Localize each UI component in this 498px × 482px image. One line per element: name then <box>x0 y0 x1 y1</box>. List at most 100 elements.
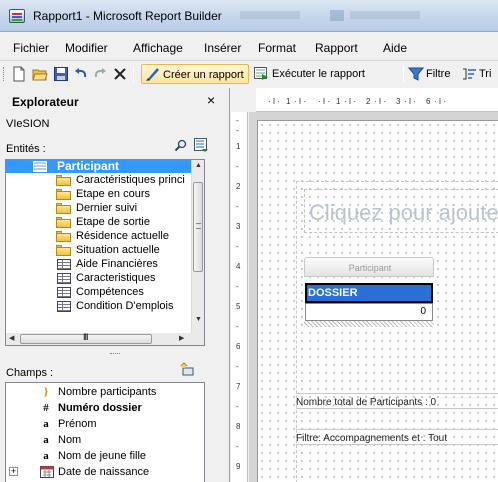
delete-icon[interactable] <box>112 66 128 82</box>
scrollbar-thumb[interactable]: III <box>20 332 152 344</box>
report-table[interactable]: Participant DOSSIER 0 <box>304 257 434 333</box>
sort-icon <box>463 68 476 80</box>
number-icon: # <box>43 402 49 414</box>
scroll-left-icon[interactable]: ◀ <box>9 334 14 342</box>
entity-item[interactable]: Compétences <box>6 286 193 299</box>
total-footer-text: Nombre total de Participants : 0 <box>296 397 437 408</box>
table-column-header-cell[interactable]: DOSSIER <box>305 283 433 303</box>
entity-label: Etape en cours <box>76 188 150 200</box>
undo-icon[interactable] <box>73 66 89 82</box>
entities-horizontal-scrollbar[interactable]: ◀ III ▶ <box>5 332 205 346</box>
title-bar: Rapport1 - Microsoft Report Builder <box>0 0 498 32</box>
scroll-up-icon[interactable]: ▲ <box>195 162 202 169</box>
entity-participant-selected[interactable]: Participant <box>6 160 193 173</box>
entities-list[interactable]: Participant Caractéristiques princi Etap… <box>5 159 205 345</box>
menu-modifier[interactable]: Modifier <box>65 41 108 55</box>
entity-item[interactable]: Situation actuelle <box>6 244 193 257</box>
menu-rapport[interactable]: Rapport <box>315 41 358 55</box>
scroll-right-icon[interactable]: ▶ <box>179 334 184 342</box>
entity-item[interactable]: Caracteristiques <box>6 272 193 285</box>
report-title-placeholder[interactable]: Cliquez pour ajouter un titre <box>304 189 498 233</box>
search-icon[interactable] <box>174 139 188 153</box>
entity-item[interactable]: Etape de sortie <box>6 216 193 229</box>
entity-label: Caractéristiques princi <box>76 174 185 186</box>
entity-item[interactable]: Condition D'emplois <box>6 300 193 313</box>
folder-icon <box>56 217 71 228</box>
entity-item[interactable]: Résidence actuelle <box>6 230 193 243</box>
menu-format[interactable]: Format <box>258 41 296 55</box>
filter-label: Filtre <box>426 68 451 80</box>
entity-label: Etape de sortie <box>76 216 150 228</box>
field-item[interactable]: + Date de naissance <box>6 465 204 479</box>
field-label: Nombre participants <box>58 386 157 398</box>
field-item[interactable]: a Prénom <box>6 417 204 431</box>
run-report-button[interactable]: Exécuter le rapport <box>251 64 403 84</box>
menu-fichier[interactable]: Fichier <box>13 41 49 55</box>
report-builder-app-icon[interactable] <box>9 9 25 23</box>
create-report-label: Créer un rapport <box>163 69 244 81</box>
report-canvas: Cliquez pour ajouter un titre Participan… <box>249 112 498 482</box>
entity-item[interactable]: Caractéristiques princi <box>6 174 193 187</box>
menu-aide[interactable]: Aide <box>383 41 407 55</box>
add-field-icon[interactable] <box>180 362 194 376</box>
table-icon <box>57 259 71 270</box>
filter-footer-textbox[interactable]: Filtre: Accompagnements et : Tout <box>296 429 498 445</box>
explorer-title: Explorateur <box>12 95 79 109</box>
menu-bar: Fichier Modifier Affichage Insérer Forma… <box>0 38 498 58</box>
table-header-tab[interactable]: Participant <box>304 257 434 277</box>
close-icon[interactable]: × <box>207 92 215 108</box>
field-item[interactable]: # Numéro dossier <box>6 401 204 415</box>
entity-item[interactable]: Etape en cours <box>6 188 193 201</box>
entity-label: Participant <box>57 159 120 173</box>
entity-item[interactable]: Dernier suivi <box>6 202 193 215</box>
panel-splitter[interactable] <box>110 353 120 355</box>
run-report-label: Exécuter le rapport <box>272 68 365 80</box>
toolbar-separator <box>403 66 404 82</box>
entities-vertical-scrollbar[interactable]: ▲ ▼ <box>191 160 204 344</box>
menu-affichage[interactable]: Affichage <box>133 41 183 55</box>
run-report-icon <box>254 67 268 80</box>
aggregate-icon: } <box>43 386 49 398</box>
folder-icon <box>56 245 71 256</box>
field-label: Nom de jeune fille <box>58 450 147 462</box>
report-page[interactable]: Cliquez pour ajouter un titre Participan… <box>257 120 498 482</box>
vertical-ruler: - - 1 - 2 - 3 - 4 - 5 - 6 - 7 - 8 - 9 <box>231 112 248 482</box>
entity-label: Résidence actuelle <box>76 230 169 242</box>
expand-icon[interactable]: + <box>9 467 18 476</box>
field-label: Numéro dossier <box>58 402 142 414</box>
entity-item[interactable]: Aide Financières <box>6 258 193 271</box>
field-item[interactable]: } Nombre participants <box>6 385 204 399</box>
entity-label: Dernier suivi <box>76 202 138 214</box>
filter-funnel-icon <box>408 67 424 81</box>
horizontal-ruler: · I · 1 · I · · I · 1 · I · 2 · I · 3 · … <box>256 88 498 112</box>
create-report-button[interactable]: Créer un rapport <box>141 64 249 84</box>
field-item[interactable]: a Nom de jeune fille <box>6 449 204 463</box>
value-text: 0 <box>420 306 426 317</box>
entity-label: Caracteristiques <box>76 272 156 284</box>
table-icon <box>57 301 71 312</box>
calendar-icon <box>40 466 54 478</box>
field-item[interactable]: a Nom <box>6 433 204 447</box>
table-resize-handle[interactable] <box>304 321 434 327</box>
open-folder-icon[interactable] <box>32 66 48 82</box>
new-document-icon[interactable] <box>11 66 27 82</box>
model-name: VIeSION <box>6 118 50 130</box>
toolbar-grip[interactable] <box>3 67 6 81</box>
save-icon[interactable] <box>53 66 69 82</box>
entity-label: Aide Financières <box>76 258 158 270</box>
design-surface: · I · 1 · I · · I · 1 · I · 2 · I · 3 · … <box>231 88 498 482</box>
table-icon <box>57 273 71 284</box>
fields-list[interactable]: } Nombre participants # Numéro dossier a… <box>5 382 205 482</box>
sort-button[interactable]: Tri <box>460 64 498 84</box>
fields-label: Champs : <box>6 367 54 379</box>
filter-button[interactable]: Filtre <box>407 64 459 84</box>
toolbar-separator <box>133 66 134 82</box>
entity-label: Compétences <box>76 286 144 298</box>
table-value-cell[interactable]: 0 <box>305 303 433 321</box>
entity-view-icon[interactable] <box>193 137 209 153</box>
scrollbar-thumb[interactable] <box>193 182 203 272</box>
scroll-down-icon[interactable]: ▼ <box>195 316 202 323</box>
menu-inserer[interactable]: Insérer <box>204 41 241 55</box>
total-footer-textbox[interactable]: Nombre total de Participants : 0 <box>296 393 498 409</box>
redo-icon[interactable] <box>92 66 108 82</box>
